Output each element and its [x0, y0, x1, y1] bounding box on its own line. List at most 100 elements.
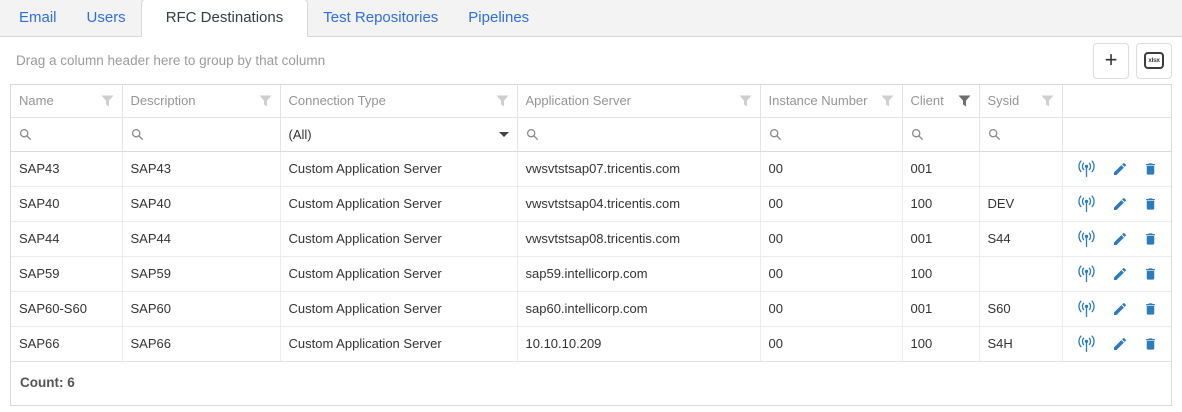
name-cell: SAP43 [11, 151, 123, 187]
client-cell: 001 [902, 291, 980, 327]
add-rfc-destination-button[interactable]: + [1093, 42, 1129, 79]
tab-rfc-destinations[interactable]: RFC Destinations [140, 0, 309, 37]
connection-type-cell: Custom Application Server [280, 221, 518, 257]
application-server-filter-input[interactable] [544, 126, 752, 142]
column-label: Name [19, 93, 54, 109]
tab-pipelines[interactable]: Pipelines [453, 0, 544, 37]
instance-number-cell: 00 [760, 256, 903, 292]
ping-connection-icon[interactable] [1076, 229, 1097, 248]
edit-icon[interactable] [1112, 161, 1128, 177]
application-server-cell: sap60.intellicorp.com [517, 291, 761, 327]
grid-toolbar: Drag a column header here to group by th… [10, 37, 1172, 84]
chevron-down-icon [498, 131, 509, 137]
tab-users[interactable]: Users [72, 0, 141, 37]
name-cell: SAP66 [11, 326, 123, 362]
column-header-sysid[interactable]: Sysid [979, 85, 1063, 118]
sysid-cell: DEV [979, 186, 1063, 222]
column-header-name[interactable]: Name [11, 85, 123, 118]
sysid-cell: S44 [979, 221, 1063, 257]
client-cell: 001 [902, 221, 980, 257]
sysid-cell: S4H [979, 326, 1063, 362]
sysid-cell: S60 [979, 291, 1063, 327]
table-row[interactable]: SAP59 SAP59 Custom Application Server sap59… [11, 256, 1171, 292]
description-cell: SAP59 [122, 256, 281, 292]
column-label: Client [910, 93, 944, 109]
filter-funnel-icon[interactable] [101, 95, 114, 107]
tab-test-repositories[interactable]: Test Repositories [308, 0, 453, 37]
description-cell: SAP43 [122, 151, 281, 187]
ping-connection-icon[interactable] [1076, 299, 1097, 318]
client-cell: 100 [902, 256, 980, 292]
filter-funnel-icon-active[interactable] [958, 95, 971, 107]
row-actions [1071, 187, 1164, 221]
table-row[interactable]: SAP43 SAP43 Custom Application Server vwsvt… [11, 151, 1171, 187]
edit-icon[interactable] [1112, 336, 1128, 352]
search-icon [19, 128, 32, 141]
search-icon [526, 128, 539, 141]
description-cell: SAP40 [122, 186, 281, 222]
delete-icon[interactable] [1143, 266, 1158, 282]
ping-connection-icon[interactable] [1076, 159, 1097, 178]
row-actions [1071, 152, 1164, 186]
name-cell: SAP44 [11, 221, 123, 257]
rfc-destinations-panel: Drag a column header here to group by th… [0, 37, 1182, 412]
table-row[interactable]: SAP60-S60 SAP60 Custom Application Server s… [11, 291, 1171, 327]
column-header-application-server[interactable]: Application Server [517, 85, 761, 118]
row-actions [1071, 222, 1164, 256]
filter-funnel-icon[interactable] [881, 95, 894, 107]
delete-icon[interactable] [1143, 231, 1158, 247]
column-header-description[interactable]: Description [122, 85, 281, 118]
description-cell: SAP66 [122, 326, 281, 362]
column-label: Description [130, 93, 196, 109]
client-cell: 001 [902, 151, 980, 187]
sysid-filter-input[interactable] [1006, 126, 1054, 142]
column-header-client[interactable]: Client [902, 85, 980, 118]
application-server-cell: vwsvtstsap08.tricentis.com [517, 221, 761, 257]
client-cell: 100 [902, 326, 980, 362]
edit-icon[interactable] [1112, 301, 1128, 317]
grid-header-row: Name Description Connection Type Applica… [11, 85, 1171, 118]
filter-funnel-icon[interactable] [1041, 95, 1054, 107]
connection-type-filter-value: (All) [288, 126, 312, 142]
column-header-instance-number[interactable]: Instance Number [760, 85, 903, 118]
connection-type-cell: Custom Application Server [280, 151, 518, 187]
ping-connection-icon[interactable] [1076, 194, 1097, 213]
edit-icon[interactable] [1112, 196, 1128, 212]
delete-icon[interactable] [1143, 301, 1158, 317]
filter-funnel-icon[interactable] [259, 95, 272, 107]
connection-type-cell: Custom Application Server [280, 186, 518, 222]
column-label: Instance Number [768, 93, 868, 109]
ping-connection-icon[interactable] [1076, 334, 1097, 353]
grid-filter-row: (All) [11, 117, 1171, 152]
table-row[interactable]: SAP44 SAP44 Custom Application Server vwsvt… [11, 221, 1171, 257]
column-header-connection-type[interactable]: Connection Type [280, 85, 518, 118]
connection-type-cell: Custom Application Server [280, 326, 518, 362]
connection-type-filter-select[interactable]: (All) [289, 127, 509, 142]
delete-icon[interactable] [1143, 161, 1158, 177]
edit-icon[interactable] [1112, 231, 1128, 247]
edit-icon[interactable] [1112, 266, 1128, 282]
search-icon [131, 128, 144, 141]
filter-funnel-icon[interactable] [496, 95, 509, 107]
table-row[interactable]: SAP40 SAP40 Custom Application Server vwsvt… [11, 186, 1171, 222]
delete-icon[interactable] [1143, 196, 1158, 212]
instance-number-cell: 00 [760, 151, 903, 187]
export-xlsx-button[interactable]: xlsx [1136, 42, 1172, 79]
search-icon [988, 128, 1001, 141]
table-row[interactable]: SAP66 SAP66 Custom Application Server 10.10… [11, 326, 1171, 362]
column-label: Sysid [987, 93, 1020, 109]
row-actions [1071, 292, 1164, 326]
connection-type-cell: Custom Application Server [280, 291, 518, 327]
client-filter-input[interactable] [929, 126, 971, 142]
description-filter-input[interactable] [149, 126, 272, 142]
column-header-actions [1062, 85, 1171, 118]
instance-number-cell: 00 [760, 186, 903, 222]
delete-icon[interactable] [1143, 336, 1158, 352]
rfc-destinations-grid: Name Description Connection Type Applica… [10, 84, 1172, 406]
name-cell: SAP59 [11, 256, 123, 292]
ping-connection-icon[interactable] [1076, 264, 1097, 283]
tab-email[interactable]: Email [4, 0, 72, 37]
filter-funnel-icon[interactable] [739, 95, 752, 107]
name-filter-input[interactable] [38, 126, 114, 142]
instance-number-filter-input[interactable] [787, 126, 894, 142]
